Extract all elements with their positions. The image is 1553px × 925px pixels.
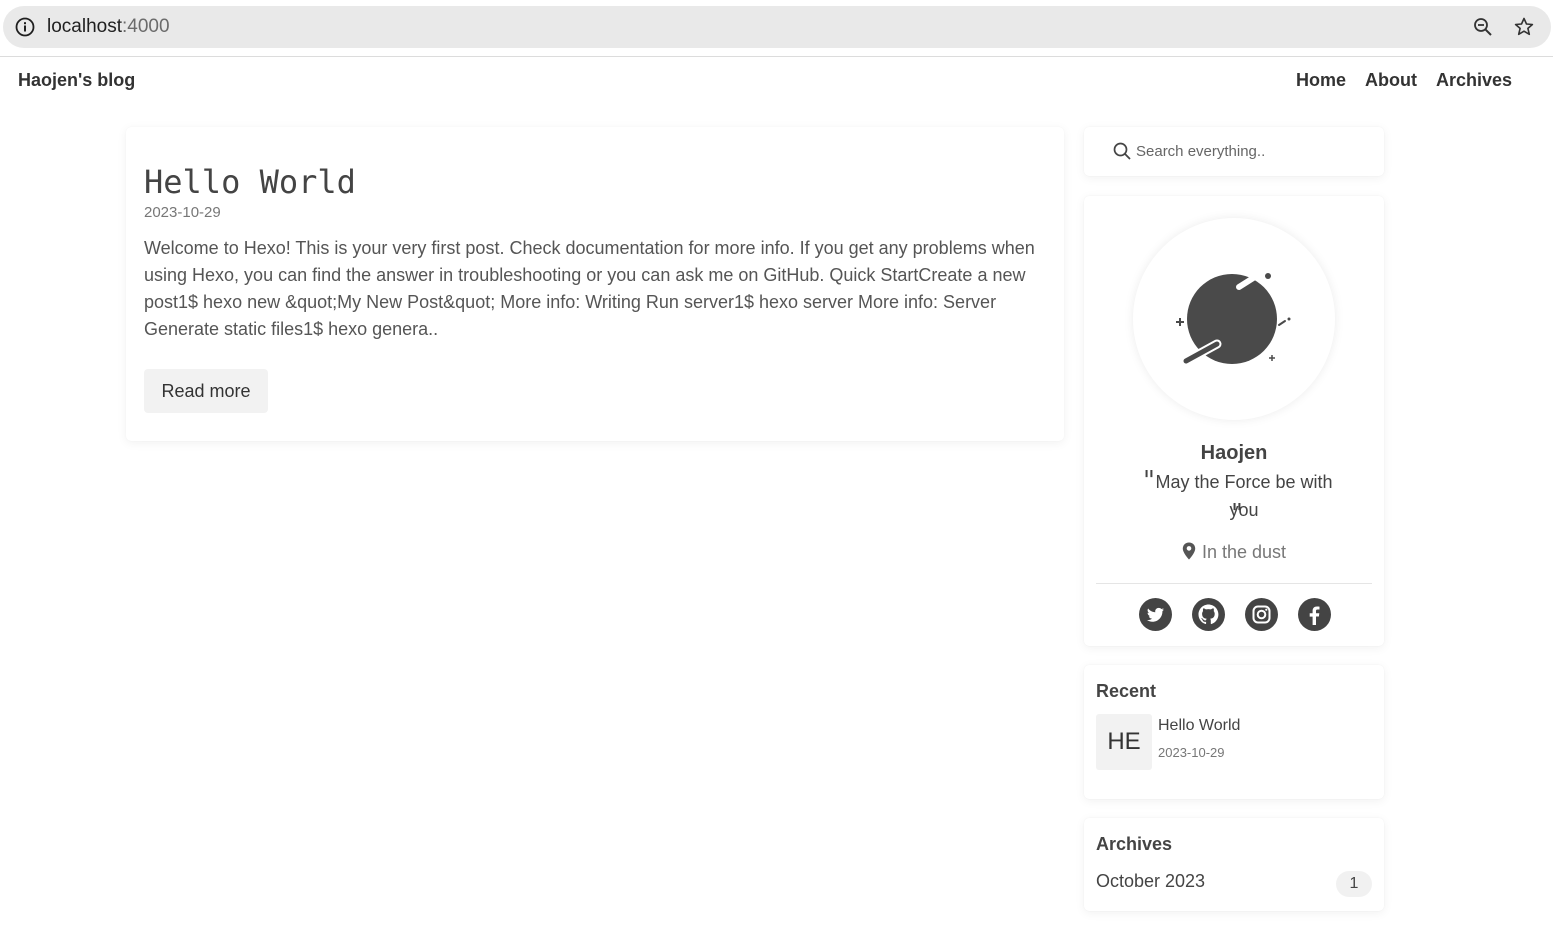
zoom-out-icon[interactable] bbox=[1472, 16, 1494, 38]
post-card: Hello World 2023-10-29 Welcome to Hexo! … bbox=[126, 127, 1064, 441]
quote-close-icon: " bbox=[1231, 499, 1243, 529]
recent-post-date: 2023-10-29 bbox=[1158, 745, 1225, 760]
author-location: In the dust bbox=[1084, 542, 1384, 563]
planet-logo-icon bbox=[1176, 272, 1291, 366]
bookmark-star-icon[interactable] bbox=[1512, 15, 1536, 39]
browser-toolbar: localhost:4000 bbox=[0, 0, 1553, 57]
author-name: Haojen bbox=[1200, 442, 1268, 464]
recent-post-title[interactable]: Hello World bbox=[1158, 717, 1240, 735]
location-text: In the dust bbox=[1201, 542, 1287, 562]
profile-divider bbox=[1096, 583, 1372, 584]
archive-month[interactable]: October 2023 bbox=[1096, 871, 1205, 892]
site-info-icon[interactable] bbox=[14, 16, 36, 38]
archive-item[interactable]: October 2023 1 bbox=[1096, 871, 1372, 897]
nav-links: Home About Archives bbox=[1296, 70, 1512, 91]
site-header: Haojen's blog Home About Archives bbox=[0, 57, 1553, 107]
archive-count-badge: 1 bbox=[1336, 871, 1372, 897]
twitter-icon[interactable] bbox=[1139, 598, 1172, 631]
url-port: :4000 bbox=[122, 16, 170, 37]
read-more-button[interactable]: Read more bbox=[144, 369, 268, 413]
url-text[interactable]: localhost:4000 bbox=[47, 16, 170, 38]
instagram-icon[interactable] bbox=[1245, 598, 1278, 631]
facebook-icon[interactable] bbox=[1298, 598, 1331, 631]
url-host: localhost bbox=[47, 16, 122, 37]
recent-widget: Recent HE Hello World 2023-10-29 bbox=[1084, 665, 1384, 799]
archives-title: Archives bbox=[1096, 834, 1173, 854]
recent-title: Recent bbox=[1096, 681, 1157, 701]
post-excerpt: Welcome to Hexo! This is your very first… bbox=[144, 238, 1035, 339]
nav-link-archives[interactable]: Archives bbox=[1436, 70, 1512, 91]
author-motto: May the Force be with you bbox=[1155, 472, 1333, 520]
github-icon[interactable] bbox=[1192, 598, 1225, 631]
nav-link-home[interactable]: Home bbox=[1296, 70, 1346, 91]
nav-link-about[interactable]: About bbox=[1365, 70, 1417, 91]
location-pin-icon bbox=[1182, 542, 1196, 560]
site-brand[interactable]: Haojen's blog bbox=[18, 70, 135, 91]
social-links bbox=[1139, 598, 1331, 631]
post-date: 2023-10-29 bbox=[144, 204, 221, 221]
profile-widget: Haojen " May the Force be with you " In … bbox=[1084, 196, 1384, 646]
search-icon bbox=[1113, 142, 1131, 160]
search-input[interactable] bbox=[1136, 138, 1366, 165]
address-bar[interactable]: localhost:4000 bbox=[3, 6, 1551, 48]
recent-post-thumbnail[interactable]: HE bbox=[1096, 714, 1152, 770]
search-widget bbox=[1084, 127, 1384, 176]
post-title[interactable]: Hello World bbox=[144, 163, 356, 201]
avatar bbox=[1133, 218, 1335, 420]
archives-widget: Archives October 2023 1 bbox=[1084, 818, 1384, 911]
